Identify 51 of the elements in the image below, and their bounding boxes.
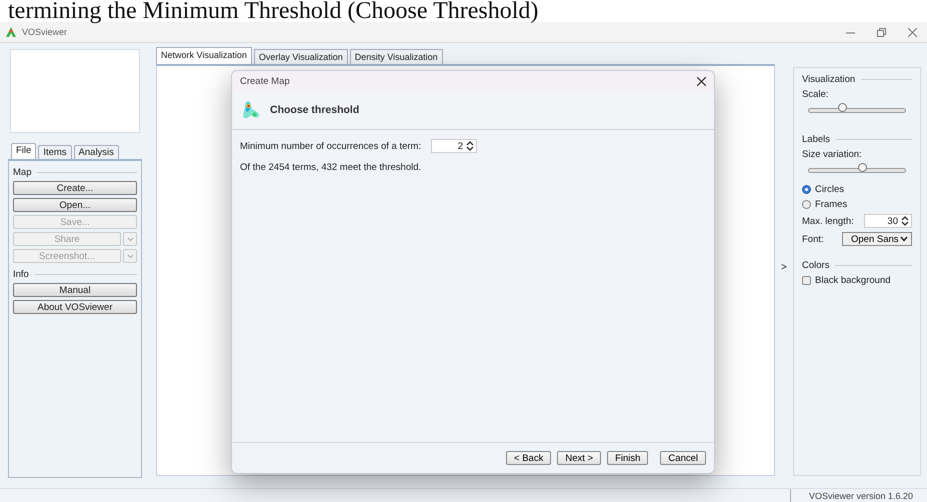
dialog-button[interactable]: < Back <box>506 451 552 465</box>
checkbox-label: Black background <box>815 275 891 286</box>
chevron-icon <box>126 254 134 258</box>
slider[interactable] <box>808 106 906 114</box>
radio-button[interactable] <box>802 185 811 194</box>
caption-text: termining the Minimum Threshold (Choose Threshold) <box>7 0 540 22</box>
spinner-arrows-icon[interactable] <box>901 215 909 227</box>
view-tab[interactable]: Network Visualization <box>156 47 252 64</box>
chevron-icon <box>900 236 908 242</box>
dialog-button[interactable]: Finish <box>607 451 648 465</box>
section-title: Labels <box>802 134 830 145</box>
app-logo-icon <box>6 26 17 38</box>
window-title: VOSviewer <box>22 27 68 37</box>
threshold-message: Of the 2454 terms, 432 meet the threshold. <box>240 162 422 173</box>
dialog-button[interactable]: Next > <box>557 451 602 465</box>
spinner-field[interactable]: 30 <box>864 214 912 228</box>
panel-tab[interactable]: Analysis <box>74 145 119 159</box>
font-dropdown[interactable]: Open Sans <box>842 232 912 246</box>
view-tab[interactable]: Overlay Visualization <box>254 49 348 64</box>
version-text: VOSviewer version 1.6.20 <box>790 489 923 502</box>
panel-button[interactable]: About VOSviewer <box>13 300 137 314</box>
group-title: Map <box>13 167 32 178</box>
heatmap-logo-icon <box>242 100 260 120</box>
restore-icon[interactable] <box>877 28 886 36</box>
close-icon[interactable] <box>697 76 706 86</box>
panel-toggle[interactable]: > <box>781 262 787 273</box>
group-title: Info <box>13 269 29 280</box>
panel-tab[interactable]: File <box>11 143 36 159</box>
section-title: Colors <box>802 260 830 271</box>
slider-label: Size variation: <box>802 149 863 160</box>
slider-label: Scale: <box>802 89 830 100</box>
panel-button[interactable]: Create... <box>13 181 137 195</box>
field-label: Minimum number of occurrences of a term: <box>240 140 422 152</box>
field-label: Font: <box>802 234 824 244</box>
panel-button[interactable]: Manual <box>13 283 137 297</box>
spinner-arrows-icon[interactable] <box>466 140 474 152</box>
dialog-button[interactable]: Cancel <box>660 451 706 465</box>
radio-label: Circles <box>815 184 844 195</box>
view-tab[interactable]: Density Visualization <box>350 49 443 64</box>
radio-button[interactable] <box>802 200 811 209</box>
threshold-spinner[interactable]: 2 <box>431 139 478 153</box>
dialog-heading: Choose threshold <box>270 104 360 116</box>
checkbox[interactable] <box>802 276 811 285</box>
field-label: Max. length: <box>802 216 854 226</box>
panel-button[interactable]: Open... <box>13 198 137 212</box>
slider[interactable] <box>808 166 906 174</box>
chevron-icon <box>126 236 134 242</box>
section-title: Visualization <box>802 74 856 85</box>
panel-tab[interactable]: Items <box>38 145 72 159</box>
dialog-title: Create Map <box>240 76 290 86</box>
radio-label: Frames <box>815 199 848 210</box>
